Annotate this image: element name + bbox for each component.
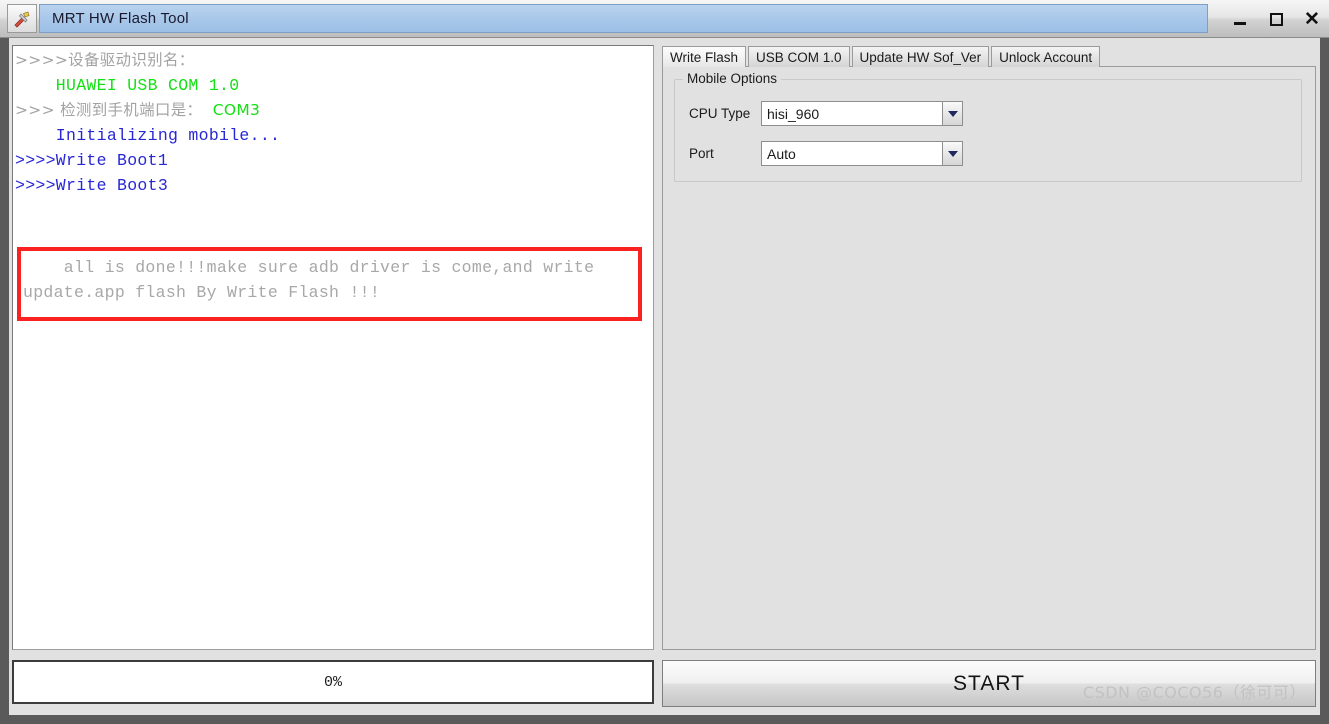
options-panel: Write Flash USB COM 1.0 Update HW Sof_Ve… [662, 45, 1316, 650]
progress-bar: 0% [12, 660, 654, 704]
tab-write-flash[interactable]: Write Flash [662, 46, 747, 67]
tab-update-hw-sof-ver[interactable]: Update HW Sof_Ver [851, 46, 990, 67]
start-button-label: START [953, 671, 1025, 695]
log-output-panel[interactable]: >>>>设备驱动识别名： HUAWEI USB COM 1.0 >>> 检测到手… [12, 45, 654, 650]
cpu-type-row: CPU Type hisi_960 [689, 101, 963, 126]
minimize-button[interactable] [1229, 8, 1251, 30]
log-line: >>>>Write Boot1 [15, 151, 169, 170]
highlighted-message-box: all is done!!!make sure adb driver is co… [17, 247, 642, 321]
log-line-text: >>> 检测到手机端口是： COM3 [15, 101, 261, 119]
port-dropdown-button[interactable] [942, 141, 963, 166]
close-icon: ✕ [1304, 8, 1320, 30]
highlight-line-1: all is done!!!make sure adb driver is co… [23, 258, 595, 277]
highlight-line-2: update.app flash By Write Flash !!! [23, 283, 381, 302]
client-area: >>>>设备驱动识别名： HUAWEI USB COM 1.0 >>> 检测到手… [0, 38, 1329, 724]
title-bar: MRT HW Flash Tool ✕ [0, 0, 1329, 38]
maximize-button[interactable] [1265, 8, 1287, 30]
chevron-down-icon [947, 150, 958, 157]
log-line: HUAWEI USB COM 1.0 [15, 76, 240, 95]
app-icon [7, 4, 37, 33]
close-button[interactable]: ✕ [1301, 8, 1323, 30]
start-button[interactable]: START [662, 660, 1316, 707]
log-line: >>>>Write Boot3 [15, 176, 169, 195]
cpu-type-label: CPU Type [689, 106, 751, 121]
chevron-down-icon [947, 110, 958, 117]
mobile-options-group: Mobile Options CPU Type hisi_960 Port Au… [674, 71, 1302, 182]
cpu-type-value: hisi_960 [767, 105, 820, 122]
tab-strip: Write Flash USB COM 1.0 Update HW Sof_Ve… [662, 45, 1101, 67]
port-value: Auto [767, 145, 796, 162]
cpu-type-combobox[interactable]: hisi_960 [761, 101, 963, 126]
log-lines-container: >>>>设备驱动识别名： HUAWEI USB COM 1.0 >>> 检测到手… [13, 46, 653, 198]
mobile-options-title: Mobile Options [683, 71, 782, 86]
cpu-type-dropdown-button[interactable] [942, 101, 963, 126]
port-combobox[interactable]: Auto [761, 141, 963, 166]
tab-usb-com[interactable]: USB COM 1.0 [748, 46, 850, 67]
minimize-icon [1234, 21, 1246, 25]
progress-value-label: 0% [323, 673, 342, 691]
application-window: MRT HW Flash Tool ✕ >>>>设备驱动识别名： HUAWEI … [0, 0, 1329, 724]
log-line: Initializing mobile... [15, 126, 281, 145]
tab-page-write-flash: Mobile Options CPU Type hisi_960 Port Au… [662, 66, 1316, 650]
tab-unlock-account[interactable]: Unlock Account [991, 46, 1101, 67]
title-caption-bar: MRT HW Flash Tool [39, 4, 1208, 33]
log-line: >>> 检测到手机端口是： COM3 [15, 98, 653, 123]
tools-icon [14, 10, 30, 28]
log-line: >>>>设备驱动识别名： [15, 51, 195, 69]
log-com-port-value: COM3 [212, 101, 261, 119]
maximize-icon [1269, 12, 1283, 26]
window-title: MRT HW Flash Tool [52, 10, 189, 27]
port-row: Port Auto [689, 141, 963, 166]
window-controls: ✕ [1229, 6, 1323, 32]
port-label: Port [689, 146, 714, 161]
